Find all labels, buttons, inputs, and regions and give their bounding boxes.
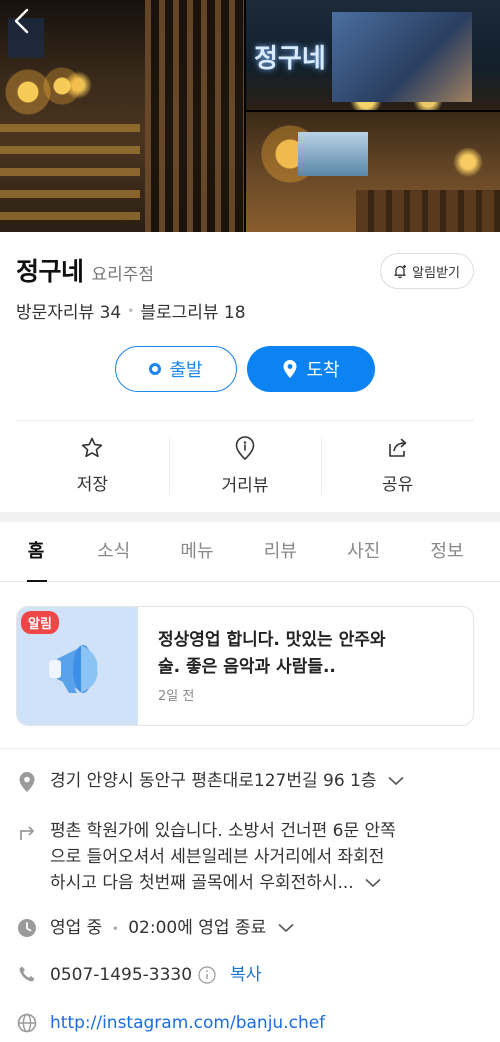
- notice-title-line2: 술. 좋은 음악과 사람들..: [158, 657, 336, 677]
- directions-line3: 하시고 다음 첫번째 골목에서 우회전하시...: [50, 873, 354, 893]
- chevron-left-icon: [14, 8, 29, 34]
- tab-news[interactable]: 소식: [72, 522, 155, 581]
- save-action[interactable]: 저장: [16, 421, 169, 509]
- photo-top-right[interactable]: 정구네: [246, 0, 500, 110]
- neon-sign: 정구네: [254, 44, 326, 74]
- info-circle-icon[interactable]: [198, 966, 216, 984]
- place-category: 요리주점: [91, 265, 155, 285]
- streetview-label: 거리뷰: [221, 475, 269, 496]
- directions-line2: 으로 들어오셔서 세븐일레븐 사거리에서 좌회전: [50, 847, 385, 867]
- star-icon: [82, 437, 103, 457]
- notice-thumbnail: 알림: [17, 607, 138, 725]
- photo-screen: [332, 12, 472, 102]
- notice-card[interactable]: 알림 정상영업 합니다. 맛있는 안주와 술. 좋은 음악과 사람들.. 2일 …: [16, 606, 474, 726]
- origin-dot-icon: [149, 363, 162, 375]
- tab-reviews[interactable]: 리뷰: [239, 522, 322, 581]
- chevron-down-icon: [388, 776, 404, 786]
- megaphone-icon: [49, 645, 98, 693]
- photo-bar-counter: [356, 190, 500, 232]
- share-action[interactable]: 공유: [321, 421, 474, 509]
- directions-row[interactable]: 평촌 학원가에 있습니다. 소방서 건너편 6문 안쪽 으로 들어오셔서 세븐일…: [16, 818, 476, 896]
- tab-home[interactable]: 홈: [0, 522, 72, 582]
- photo-tables: [0, 110, 140, 232]
- route-buttons: 출발 도착: [115, 346, 375, 392]
- save-label: 저장: [76, 474, 108, 495]
- place-title-row: 정구네 요리주점: [16, 252, 154, 288]
- location-pin-icon: [283, 360, 297, 378]
- address-row[interactable]: 경기 안양시 동안구 평촌대로127번길 96 1층: [16, 768, 476, 794]
- clock-icon: [16, 915, 38, 942]
- globe-icon: [16, 1010, 38, 1036]
- blog-reviews-link[interactable]: 블로그리뷰 18: [140, 298, 245, 323]
- website-link[interactable]: http://instagram.com/banju.chef: [50, 1010, 325, 1036]
- notice-body: 정상영업 합니다. 맛있는 안주와 술. 좋은 음악과 사람들.. 2일 전: [138, 607, 473, 725]
- start-label: 출발: [169, 360, 203, 381]
- pin-outline-icon: [235, 435, 255, 460]
- photo-gallery[interactable]: 정구네: [0, 0, 500, 232]
- address-text: 경기 안양시 동안구 평촌대로127번길 96 1층: [50, 771, 377, 791]
- review-counts: 방문자리뷰 34 • 블로그리뷰 18: [16, 298, 246, 323]
- share-icon: [388, 438, 406, 457]
- copy-button[interactable]: 복사: [230, 962, 261, 988]
- chevron-down-icon: [278, 923, 294, 933]
- streetview-action[interactable]: 거리뷰: [168, 421, 322, 509]
- hours-status: 영업 중: [50, 918, 103, 938]
- phone-number[interactable]: 0507-1495-3330: [50, 962, 192, 988]
- bell-plus-icon: [394, 265, 407, 279]
- turn-arrow-icon: [16, 818, 38, 896]
- start-button[interactable]: 출발: [115, 346, 237, 392]
- back-button[interactable]: [8, 6, 38, 36]
- photo-screen-2: [298, 132, 368, 176]
- visitor-reviews-link[interactable]: 방문자리뷰 34: [16, 298, 121, 323]
- photo-bottom-right[interactable]: [246, 112, 500, 232]
- notice-time: 2일 전: [158, 689, 195, 704]
- notice-title: 정상영업 합니다. 맛있는 안주와 술. 좋은 음악과 사람들..: [158, 627, 457, 681]
- tab-menu[interactable]: 메뉴: [155, 522, 238, 581]
- tab-info[interactable]: 정보: [405, 522, 488, 581]
- chevron-down-icon: [365, 878, 381, 888]
- photo-wood-slats: [145, 0, 244, 232]
- hours-row[interactable]: 영업 중 • 02:00에 영업 종료: [16, 915, 476, 942]
- phone-row: 0507-1495-3330 복사: [16, 962, 476, 988]
- arrive-label: 도착: [306, 360, 340, 381]
- notice-title-line1: 정상영업 합니다. 맛있는 안주와: [158, 630, 386, 650]
- arrive-button[interactable]: 도착: [247, 346, 375, 392]
- divider: [0, 748, 500, 749]
- alarm-button[interactable]: 알림받기: [380, 253, 474, 289]
- share-label: 공유: [382, 474, 414, 495]
- tab-bar: 홈 소식 메뉴 리뷰 사진 정보: [0, 522, 500, 582]
- section-gap: [0, 512, 500, 522]
- separator-dot: •: [111, 922, 119, 936]
- alarm-label: 알림받기: [412, 265, 460, 281]
- hours-detail: 02:00에 영업 종료: [128, 918, 267, 938]
- action-bar: 저장 거리뷰 공유: [16, 421, 474, 509]
- separator-dot: •: [127, 303, 135, 318]
- directions-line1: 평촌 학원가에 있습니다. 소방서 건너편 6문 안쪽: [50, 821, 396, 841]
- website-row: http://instagram.com/banju.chef: [16, 1010, 476, 1036]
- tab-photos[interactable]: 사진: [322, 522, 405, 581]
- location-icon: [16, 768, 38, 794]
- phone-icon: [16, 962, 38, 988]
- place-name: 정구네: [16, 257, 84, 286]
